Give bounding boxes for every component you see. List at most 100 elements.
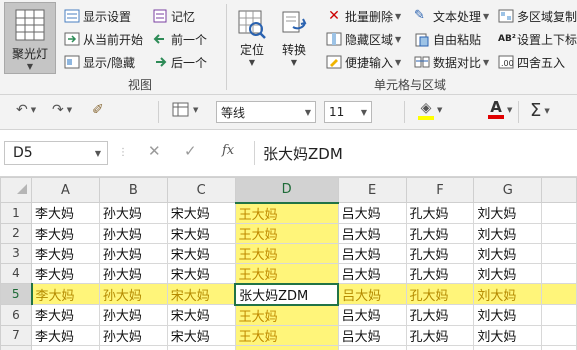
grid-cell[interactable]: 刘大妈 [473,202,543,224]
grid-cell[interactable] [541,202,577,224]
grid-cell[interactable] [541,344,577,350]
grid-cell[interactable]: 孙大妈 [98,262,168,284]
grid-cell[interactable]: 孙大妈 [98,304,168,326]
grid-cell[interactable]: 宋大妈 [166,202,236,224]
grid-cell[interactable]: 孙大妈 [98,242,168,264]
grid-cell[interactable]: 李大妈 [31,202,100,224]
grid-cell[interactable]: 孙大妈 [98,324,168,346]
column-header-b[interactable]: B [98,177,168,203]
select-all-corner[interactable] [0,177,32,203]
grid-cell[interactable]: 宋大妈 [166,222,236,244]
fill-color-button[interactable]: ◈ ▼ [418,100,442,120]
grid-cell[interactable] [541,283,577,305]
grid-cell[interactable]: 吕大妈 [337,304,407,326]
column-header-d[interactable]: D [234,177,339,204]
grid-cell[interactable]: 孔大妈 [405,262,475,284]
grid-cell[interactable]: 刘大妈 [473,242,543,264]
insert-function-button[interactable]: fx [222,143,234,158]
grid-cell[interactable]: 孔大妈 [405,283,475,305]
grid-cell[interactable] [541,304,577,326]
column-header-c[interactable]: C [166,177,236,203]
grid-cell[interactable]: 李大妈 [31,283,100,305]
grid-cell[interactable]: 李大妈 [31,344,100,350]
font-color-button[interactable]: A ▼ [488,100,512,119]
spotlight-button[interactable]: 聚光灯 ▼ [4,2,56,74]
row-header[interactable]: 5 [0,283,33,305]
grid-cell[interactable] [541,222,577,244]
grid-cell[interactable]: 刘大妈 [473,222,543,244]
data-compare-button[interactable]: 数据对比 ▼ [414,51,489,73]
grid-cell[interactable]: 吕大妈 [337,283,407,305]
grid-cell[interactable]: 孔大妈 [405,242,475,264]
grid-cell[interactable]: 王大妈 [234,222,339,244]
grid-cell[interactable]: 李大妈 [31,222,100,244]
cancel-icon[interactable]: ✕ [148,142,161,160]
grid-cell[interactable]: 刘大妈 [473,283,543,305]
next-button[interactable]: 后一个 [152,51,207,73]
row-header[interactable]: 1 [0,202,32,224]
table-format-button[interactable]: ▼ [172,102,198,118]
grid-cell[interactable] [541,262,577,284]
locate-button[interactable]: 定位 ▼ [232,2,272,72]
grid-cell[interactable] [541,324,577,346]
grid-cell[interactable]: 宋大妈 [166,324,236,346]
from-current-button[interactable]: 从当前开始 [64,28,143,50]
column-header-f[interactable]: F [405,177,475,203]
font-name-select[interactable]: 等线 ▼ [216,101,316,123]
grid-cell[interactable]: 刘大妈 [473,304,543,326]
grid-cell[interactable]: 李大妈 [31,242,100,264]
column-header-a[interactable]: A [31,177,100,203]
round-button[interactable]: .00 四舍五入 [498,51,565,73]
column-header-overflow[interactable] [541,177,577,203]
redo-button[interactable]: ↷ ▼ [52,102,72,118]
row-header[interactable]: 7 [0,324,32,346]
grid-cell[interactable]: 宋大妈 [166,283,236,305]
grid-cell[interactable]: 吕大妈 [337,202,407,224]
row-header[interactable]: 2 [0,222,32,244]
convert-button[interactable]: 转换 ▼ [274,2,314,72]
text-process-button[interactable]: ✎ 文本处理 ▼ [414,5,489,27]
grid-cell[interactable]: 王大妈 [234,304,339,326]
free-paste-button[interactable]: 自由粘贴 [414,28,481,50]
batch-delete-button[interactable]: ✕ 批量删除 ▼ [326,5,401,27]
show-hide-button[interactable]: 显示/隐藏 [64,51,135,73]
grid-cell[interactable]: 刘大妈 [473,262,543,284]
grid-cell[interactable]: 宋大妈 [166,242,236,264]
hide-area-button[interactable]: 隐藏区域 ▼ [326,28,401,50]
grid-cell[interactable]: 孔大妈 [405,222,475,244]
display-settings-button[interactable]: 显示设置 [64,5,131,27]
row-header[interactable]: 8 [0,344,32,350]
grid-cell[interactable]: 王大妈 [234,202,339,224]
grid-cell[interactable]: 孙大妈 [98,344,168,350]
grid-cell[interactable]: 宋大妈 [166,344,236,350]
grid-cell[interactable]: 孙大妈 [98,283,168,305]
grid-cell[interactable]: 王大妈 [234,262,339,284]
row-header[interactable]: 4 [0,262,32,284]
undo-button[interactable]: ↶ ▼ [16,102,36,118]
grid-cell[interactable]: 吕大妈 [337,344,407,350]
grid-cell[interactable]: 孙大妈 [98,202,168,224]
grid-cell[interactable]: 孔大妈 [405,344,475,350]
grid-cell[interactable]: 王大妈 [234,242,339,264]
autosum-button[interactable]: Σ ▼ [530,100,550,121]
confirm-icon[interactable]: ✓ [184,142,197,160]
grid-cell[interactable] [541,242,577,264]
grid-cell[interactable]: 孙大妈 [98,222,168,244]
grid-cell[interactable]: 李大妈 [31,324,100,346]
grid-cell[interactable]: 吕大妈 [337,242,407,264]
grid-cell[interactable]: 王大妈 [234,344,339,350]
multi-copy-button[interactable]: 多区域复制 [498,5,577,27]
superscript-button[interactable]: AB² 设置上下标 [498,28,577,50]
format-painter-button[interactable]: ✐ [92,102,104,118]
column-header-g[interactable]: G [473,177,543,203]
grid-cell[interactable]: 宋大妈 [166,304,236,326]
grid-cell[interactable]: 吕大妈 [337,324,407,346]
quick-input-button[interactable]: 便捷输入 ▼ [326,51,401,73]
column-header-e[interactable]: E [337,177,407,203]
previous-button[interactable]: 前一个 [152,28,207,50]
font-size-select[interactable]: 11 ▼ [324,101,372,123]
grid-cell[interactable]: 孔大妈 [405,202,475,224]
row-header[interactable]: 6 [0,304,32,326]
grid-cell[interactable]: 刘大妈 [473,324,543,346]
formula-input[interactable]: 张大妈ZDM [254,141,577,165]
